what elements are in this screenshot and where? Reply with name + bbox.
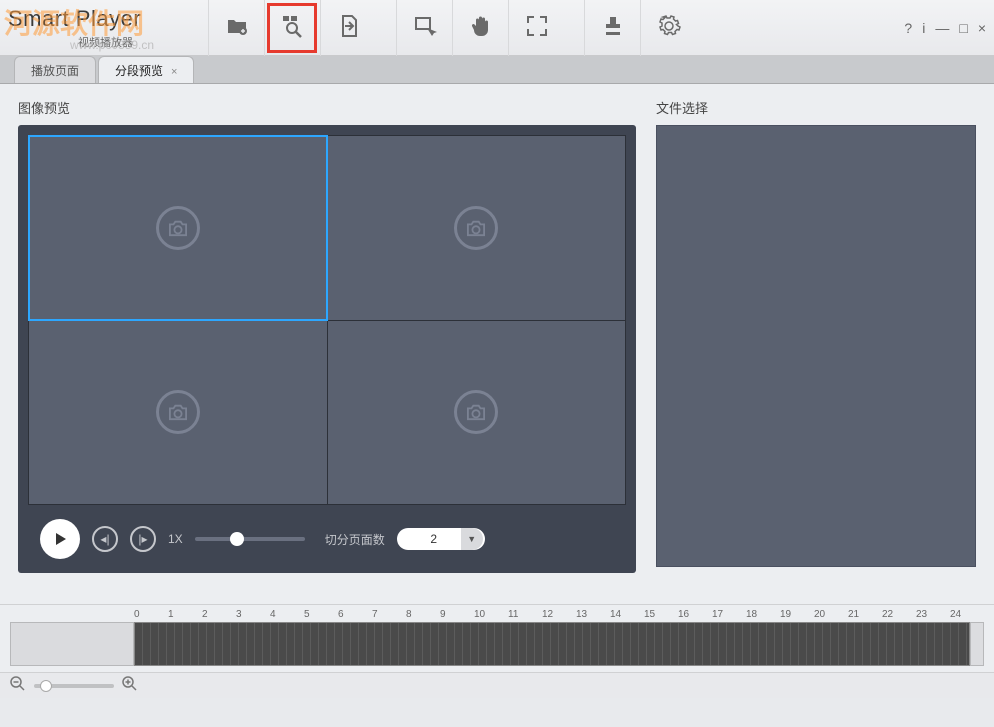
split-pages-label: 切分页面数 [325,531,385,548]
tab-播放页面[interactable]: 播放页面 [14,56,96,83]
tab-分段预览[interactable]: 分段预览 × [98,56,194,83]
ruler-tick: 10 [474,609,508,620]
ruler-tick: 2 [202,609,236,620]
folder-plus-icon [225,14,249,41]
preview-cell-4[interactable] [328,321,626,505]
ruler-tick: 17 [712,609,746,620]
hand-icon [469,14,493,41]
zoom-in-button[interactable] [122,676,138,695]
file-export-icon [337,14,361,41]
help-button[interactable]: ? [904,20,912,36]
toolbar-export-button[interactable] [320,0,376,56]
minimize-button[interactable]: — [935,20,949,36]
grid-search-icon [281,14,305,41]
toolbar-segment-search-button[interactable] [264,0,320,56]
file-select-list[interactable] [656,125,976,567]
window-controls: ? i — □ × [904,20,986,36]
ruler-tick: 3 [236,609,270,620]
main-toolbar [208,0,696,56]
toolbar-fullscreen-button[interactable] [508,0,564,56]
rect-cursor-icon [413,14,437,41]
preview-label: 图像预览 [18,98,636,117]
step-back-button[interactable]: ◂| [92,526,118,552]
close-button[interactable]: × [978,20,986,36]
ruler-tick: 7 [372,609,406,620]
tab-label: 播放页面 [31,64,79,78]
zoom-out-button[interactable] [10,676,26,695]
ruler-tick: 1 [168,609,202,620]
ruler-tick: 22 [882,609,916,620]
gear-icon [657,14,681,41]
ruler-tick: 18 [746,609,780,620]
playback-controls: ◂| |▸ 1X 切分页面数 2 ▼ [28,505,626,559]
zoom-slider[interactable] [34,684,114,688]
timeline-track[interactable] [134,622,970,666]
stamp-icon [601,14,625,41]
preview-cell-3[interactable] [29,321,327,505]
split-pages-spinner[interactable]: 2 ▼ [397,528,485,550]
toolbar-pan-button[interactable] [452,0,508,56]
preview-grid [28,135,626,505]
ruler-tick: 11 [508,609,542,620]
step-forward-button[interactable]: |▸ [130,526,156,552]
camera-icon [454,390,498,434]
ruler-tick: 12 [542,609,576,620]
zoom-bar [0,672,994,698]
toolbar-select-area-button[interactable] [396,0,452,56]
tab-close-icon[interactable]: × [171,66,177,78]
tab-strip: 播放页面 分段预览 × [0,56,994,84]
spinner-dropdown-icon[interactable]: ▼ [461,528,483,550]
titlebar: 河源软件网 www.pc0359.cn Smart Player 视频播放器 ?… [0,0,994,56]
preview-cell-1[interactable] [29,136,327,320]
camera-icon [156,390,200,434]
toolbar-snapshot-button[interactable] [584,0,640,56]
camera-icon [454,206,498,250]
ruler-tick: 23 [916,609,950,620]
timeline-ruler: 0123456789101112131415161718192021222324 [134,609,984,620]
camera-icon [156,206,200,250]
maximize-button[interactable]: □ [959,20,967,36]
split-pages-value: 2 [411,532,457,546]
preview-cell-2[interactable] [328,136,626,320]
ruler-tick: 15 [644,609,678,620]
ruler-tick: 24 [950,609,984,620]
preview-card: ◂| |▸ 1X 切分页面数 2 ▼ [18,125,636,573]
toolbar-settings-button[interactable] [640,0,696,56]
timeline-area: 0123456789101112131415161718192021222324 [0,604,994,672]
workspace: 图像预览 ◂| |▸ 1X 切分页面数 2 ▼ 文件选择 [0,84,994,604]
ruler-tick: 9 [440,609,474,620]
ruler-tick: 20 [814,609,848,620]
speed-slider[interactable] [195,537,305,541]
timeline-scrollbar[interactable] [970,622,984,666]
ruler-tick: 6 [338,609,372,620]
info-button[interactable]: i [922,20,925,36]
expand-icon [525,14,549,41]
file-select-label: 文件选择 [656,98,976,117]
ruler-tick: 0 [134,609,168,620]
ruler-tick: 8 [406,609,440,620]
toolbar-open-folder-button[interactable] [208,0,264,56]
speed-label: 1X [168,532,183,546]
play-button[interactable] [40,519,80,559]
ruler-tick: 16 [678,609,712,620]
ruler-tick: 5 [304,609,338,620]
ruler-tick: 21 [848,609,882,620]
tab-label: 分段预览 [115,64,163,78]
ruler-tick: 4 [270,609,304,620]
ruler-tick: 19 [780,609,814,620]
app-subtitle: 视频播放器 [78,34,198,50]
timeline-channel-header [10,622,134,666]
ruler-tick: 14 [610,609,644,620]
app-title: Smart Player [8,6,198,32]
ruler-tick: 13 [576,609,610,620]
